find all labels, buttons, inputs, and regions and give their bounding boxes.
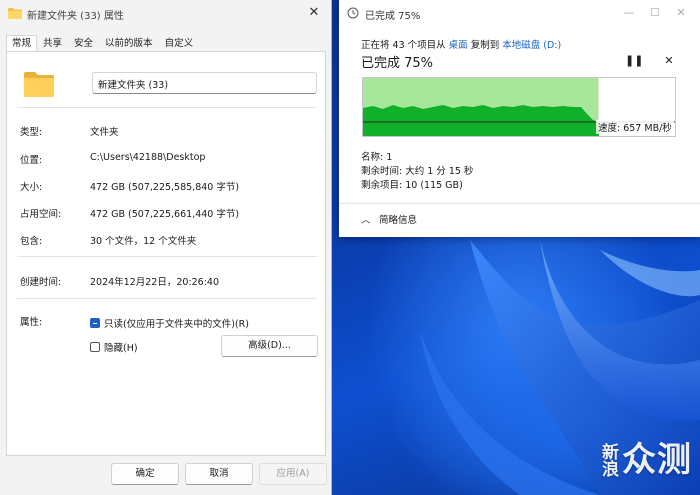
field-label: 包含:: [20, 236, 43, 247]
ok-button[interactable]: 确定: [111, 463, 179, 485]
divider: [339, 203, 700, 204]
folder-icon: [8, 8, 22, 19]
readonly-label: 只读(仅应用于文件夹中的文件)(R): [104, 319, 249, 330]
tab-previous-versions[interactable]: 以前的版本: [99, 35, 159, 52]
tab-customize[interactable]: 自定义: [159, 35, 200, 52]
folder-large-icon: [24, 72, 54, 97]
watermark: 新浪众测: [602, 432, 692, 481]
speed-curve: [363, 105, 599, 136]
tab-sharing[interactable]: 共享: [37, 35, 68, 52]
field-value: 2024年12月22日，20:26:40: [90, 277, 220, 288]
field-value: 472 GB (507,225,585,840 字节): [90, 182, 240, 193]
destination-link[interactable]: 本地磁盘 (D:): [502, 40, 561, 51]
general-panel: 新建文件夹 (33) 类型: 文件夹 位置: C:\Users\42188\De…: [6, 51, 326, 456]
tab-security[interactable]: 安全: [68, 35, 99, 52]
field-label: 大小:: [20, 182, 43, 193]
readonly-checkbox[interactable]: [90, 318, 100, 328]
hidden-label: 隐藏(H): [104, 343, 138, 354]
close-button[interactable]: ✕: [670, 3, 692, 23]
apply-button[interactable]: 应用(A): [259, 463, 327, 485]
field-value: 文件夹: [90, 127, 119, 138]
items-left: 剩余项目: 10 (115 GB): [361, 180, 463, 191]
fewer-details-toggle[interactable]: ︿ 简略信息: [361, 212, 417, 226]
divider: [17, 107, 317, 108]
close-button[interactable]: ✕: [305, 4, 323, 22]
field-value: 30 个文件，12 个文件夹: [90, 236, 197, 247]
field-label: 创建时间:: [20, 277, 62, 288]
maximize-button[interactable]: ☐: [644, 3, 666, 23]
divider: [17, 256, 317, 257]
field-label: 属性:: [20, 317, 43, 328]
cancel-button[interactable]: 取消: [185, 463, 253, 485]
time-left: 剩余时间: 大约 1 分 15 秒: [361, 166, 474, 177]
clock-icon: [347, 7, 359, 19]
name-line: 名称: 1: [361, 152, 393, 163]
advanced-button[interactable]: 高级(D)...: [221, 335, 318, 357]
field-value: C:\Users\42188\Desktop: [90, 152, 206, 163]
source-link[interactable]: 桌面: [449, 40, 468, 51]
copy-status-line: 正在将 43 个项目从 桌面 复制到 本地磁盘 (D:): [361, 37, 561, 51]
field-label: 占用空间:: [20, 209, 62, 220]
pause-button[interactable]: ❚❚: [625, 54, 643, 68]
details-label: 简略信息: [379, 215, 418, 226]
copy-title: 已完成 75%: [365, 11, 421, 22]
hidden-checkbox[interactable]: [90, 342, 100, 352]
cancel-copy-button[interactable]: ✕: [662, 54, 676, 68]
divider: [17, 298, 317, 299]
minimize-button[interactable]: —: [618, 3, 640, 23]
copy-titlebar[interactable]: 已完成 75% — ☐ ✕: [339, 0, 700, 27]
field-value: 472 GB (507,225,661,440 字节): [90, 209, 240, 220]
watermark-small: 新浪: [602, 442, 620, 480]
percent-complete: 已完成 75%: [361, 56, 434, 71]
watermark-large: 众测: [622, 440, 692, 480]
copy-to-text: 复制到: [470, 40, 500, 51]
copy-progress-window: 已完成 75% — ☐ ✕ 正在将 43 个项目从 桌面 复制到 本地磁盘 (D…: [339, 0, 700, 237]
folder-name-input[interactable]: 新建文件夹 (33): [92, 72, 317, 94]
field-label: 类型:: [20, 127, 43, 138]
chevron-up-icon: ︿: [361, 215, 371, 226]
properties-window: 新建文件夹 (33) 属性 ✕ 常规 共享 安全 以前的版本 自定义 新建文件夹…: [0, 0, 332, 495]
field-label: 位置:: [20, 155, 43, 166]
speed-label: 速度: 657 MB/秒: [596, 120, 674, 134]
properties-title: 新建文件夹 (33) 属性: [27, 11, 124, 22]
status-prefix: 正在将 43 个项目从: [361, 40, 446, 51]
properties-titlebar[interactable]: 新建文件夹 (33) 属性 ✕: [0, 0, 331, 28]
properties-tabs: 常规 共享 安全 以前的版本 自定义: [6, 35, 200, 53]
